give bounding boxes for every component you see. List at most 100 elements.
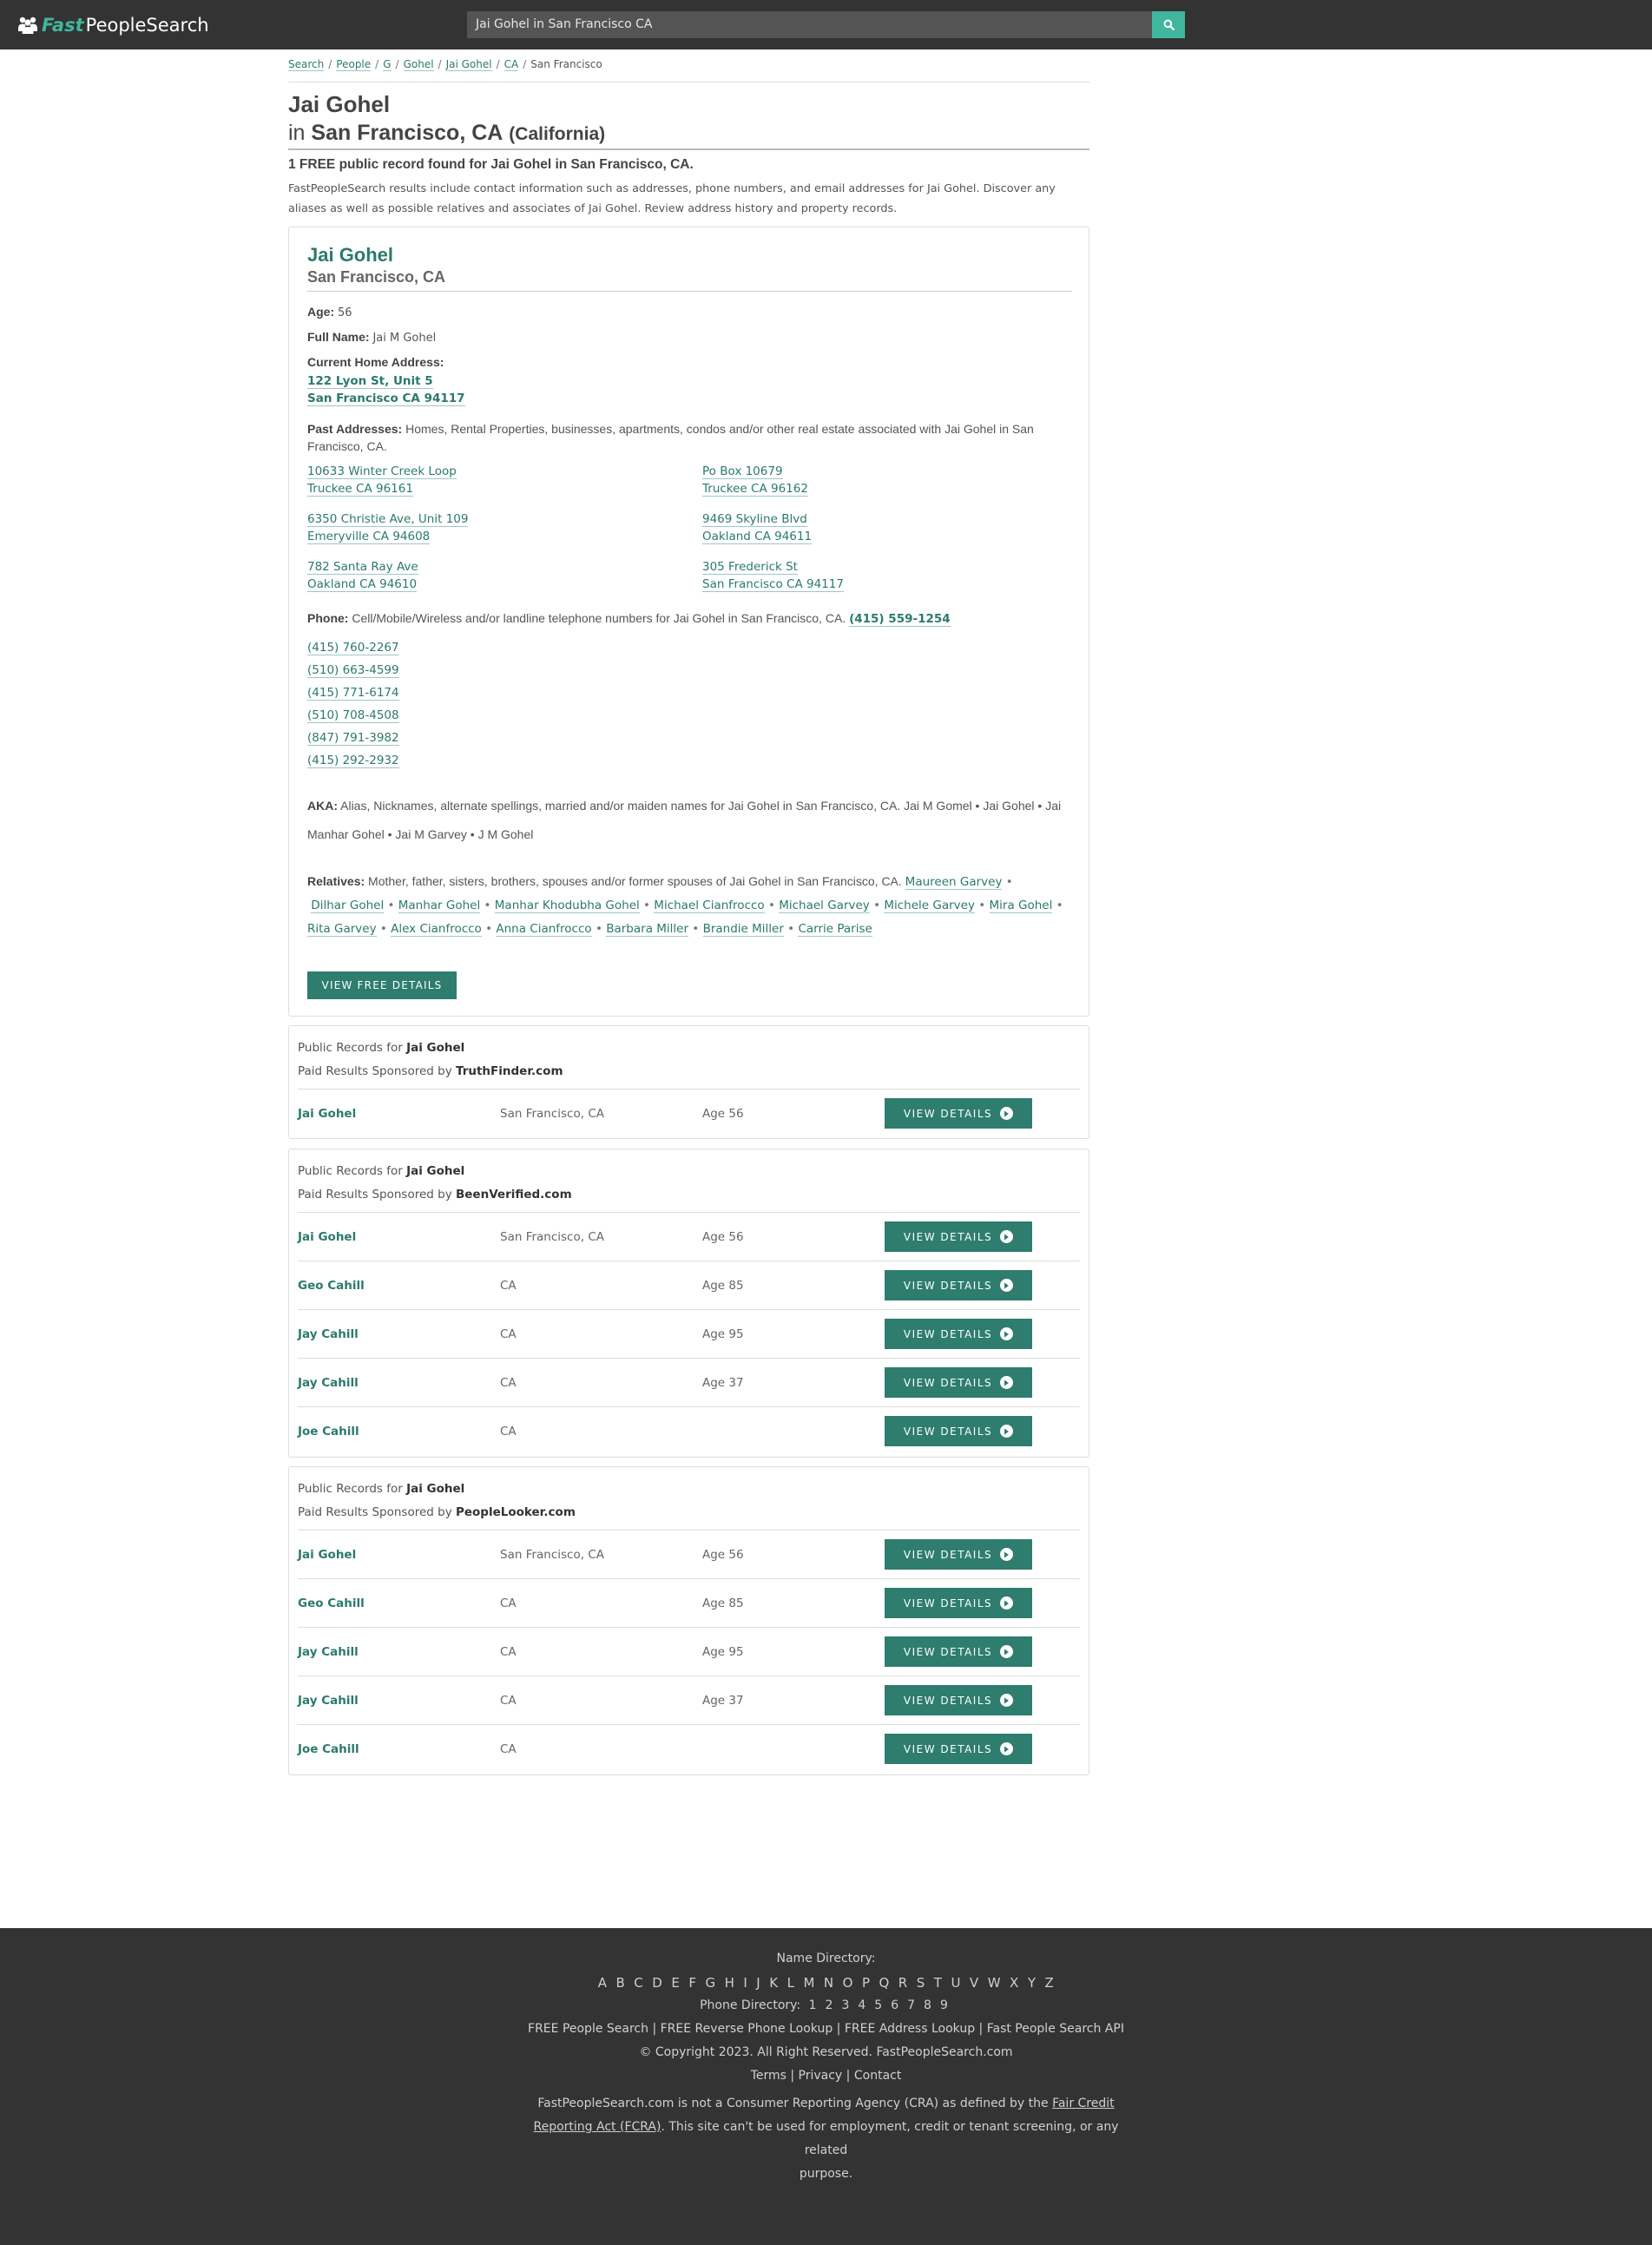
- fcra-link[interactable]: Reporting Act (FCRA): [534, 2120, 661, 2134]
- relative-link[interactable]: Manhar Khodubha Gohel: [494, 899, 640, 913]
- view-details-button[interactable]: VIEW DETAILS: [885, 1367, 1032, 1398]
- breadcrumb-lastname[interactable]: Gohel: [403, 58, 434, 71]
- letter-link[interactable]: L: [787, 1975, 795, 1991]
- result-name[interactable]: Jay Cahill: [298, 1376, 359, 1390]
- phone-link[interactable]: (415) 292-2932: [307, 754, 399, 768]
- fcra-link[interactable]: Fair Credit: [1052, 2097, 1115, 2110]
- relative-link[interactable]: Rita Garvey: [307, 922, 377, 937]
- result-name[interactable]: Jai Gohel: [298, 1230, 356, 1244]
- view-details-button[interactable]: VIEW DETAILS: [885, 1319, 1032, 1349]
- letter-link[interactable]: M: [803, 1975, 814, 1991]
- past-address[interactable]: 9469 Skyline Blvd Oakland CA 94611: [702, 510, 813, 545]
- current-address-line2[interactable]: San Francisco CA 94117: [307, 392, 465, 406]
- relative-link[interactable]: Michele Garvey: [884, 899, 975, 913]
- digit-link[interactable]: 8: [924, 1998, 931, 2012]
- result-name[interactable]: Geo Cahill: [298, 1597, 365, 1610]
- result-name[interactable]: Joe Cahill: [298, 1425, 359, 1439]
- relative-link[interactable]: Manhar Gohel: [398, 899, 481, 913]
- footer-link[interactable]: FREE Address Lookup: [845, 2022, 975, 2036]
- result-name[interactable]: Jay Cahill: [298, 1694, 359, 1708]
- digit-link[interactable]: 6: [891, 1998, 898, 2012]
- result-name[interactable]: Jay Cahill: [298, 1645, 359, 1659]
- digit-link[interactable]: 7: [907, 1998, 915, 2012]
- breadcrumb-people[interactable]: People: [336, 58, 372, 71]
- letter-link[interactable]: U: [951, 1975, 960, 1991]
- phone-link[interactable]: (510) 708-4508: [307, 708, 399, 723]
- letter-link[interactable]: O: [843, 1975, 853, 1991]
- result-name[interactable]: Joe Cahill: [298, 1742, 359, 1756]
- digit-link[interactable]: 4: [858, 1998, 865, 2012]
- letter-link[interactable]: B: [615, 1975, 625, 1991]
- current-address-line1[interactable]: 122 Lyon St, Unit 5: [307, 374, 433, 389]
- digit-link[interactable]: 9: [940, 1998, 948, 2012]
- breadcrumb-search[interactable]: Search: [288, 58, 325, 71]
- search-input[interactable]: Jai Gohel in San Francisco CA: [467, 11, 1153, 38]
- result-name[interactable]: Jai Gohel: [298, 1107, 356, 1121]
- past-address[interactable]: 782 Santa Ray Ave Oakland CA 94610: [307, 558, 418, 593]
- letter-link[interactable]: Q: [879, 1975, 889, 1991]
- view-details-button[interactable]: VIEW DETAILS: [885, 1588, 1032, 1618]
- letter-link[interactable]: J: [756, 1975, 760, 1991]
- letter-link[interactable]: S: [917, 1975, 925, 1991]
- digit-link[interactable]: 3: [841, 1998, 849, 2012]
- relative-link[interactable]: Alex Cianfrocco: [391, 922, 482, 937]
- privacy-link[interactable]: Privacy: [799, 2069, 843, 2083]
- letter-link[interactable]: T: [934, 1975, 943, 1991]
- letter-link[interactable]: R: [898, 1975, 908, 1991]
- letter-link[interactable]: I: [743, 1975, 747, 1991]
- view-details-button[interactable]: VIEW DETAILS: [885, 1221, 1032, 1252]
- letter-link[interactable]: W: [988, 1975, 1001, 1991]
- letter-link[interactable]: X: [1010, 1975, 1019, 1991]
- digit-link[interactable]: 5: [874, 1998, 882, 2012]
- past-address[interactable]: Po Box 10679 Truckee CA 96162: [702, 463, 808, 497]
- primary-phone-link[interactable]: (415) 559-1254: [849, 612, 951, 627]
- past-address[interactable]: 6350 Christie Ave, Unit 109 Emeryville C…: [307, 510, 469, 545]
- breadcrumb-letter[interactable]: G: [383, 58, 392, 71]
- past-address[interactable]: 10633 Winter Creek Loop Truckee CA 96161: [307, 463, 457, 497]
- relative-link[interactable]: Michael Cianfrocco: [654, 899, 765, 913]
- relative-link[interactable]: Carrie Parise: [798, 922, 872, 937]
- result-name[interactable]: Geo Cahill: [298, 1279, 365, 1293]
- letter-link[interactable]: V: [970, 1975, 979, 1991]
- contact-link[interactable]: Contact: [854, 2069, 901, 2083]
- view-details-button[interactable]: VIEW DETAILS: [885, 1270, 1032, 1300]
- search-button[interactable]: [1152, 11, 1185, 38]
- breadcrumb-fullname[interactable]: Jai Gohel: [445, 58, 492, 71]
- digit-link[interactable]: 1: [809, 1998, 817, 2012]
- letter-link[interactable]: Y: [1028, 1975, 1037, 1991]
- letter-link[interactable]: D: [652, 1975, 662, 1991]
- footer-link[interactable]: FREE Reverse Phone Lookup: [661, 2022, 833, 2036]
- site-logo[interactable]: Fast PeopleSearch: [17, 14, 209, 36]
- letter-link[interactable]: G: [705, 1975, 715, 1991]
- relative-link[interactable]: Michael Garvey: [779, 899, 870, 913]
- letter-link[interactable]: P: [862, 1975, 871, 1991]
- letter-link[interactable]: Z: [1044, 1975, 1054, 1991]
- phone-link[interactable]: (415) 760-2267: [307, 641, 399, 655]
- result-name[interactable]: Jai Gohel: [298, 1548, 356, 1562]
- breadcrumb-state[interactable]: CA: [503, 58, 519, 71]
- person-name[interactable]: Jai Gohel: [307, 244, 393, 267]
- relative-link[interactable]: Anna Cianfrocco: [496, 922, 592, 937]
- letter-link[interactable]: A: [598, 1975, 608, 1991]
- view-details-button[interactable]: VIEW DETAILS: [885, 1734, 1032, 1764]
- relative-link[interactable]: Dilhar Gohel: [311, 899, 385, 913]
- relative-link[interactable]: Barbara Miller: [606, 922, 689, 937]
- letter-link[interactable]: K: [769, 1975, 778, 1991]
- footer-link[interactable]: Fast People Search API: [987, 2022, 1124, 2036]
- relative-link[interactable]: Mira Gohel: [989, 899, 1053, 913]
- letter-link[interactable]: N: [824, 1975, 834, 1991]
- relative-link[interactable]: Maureen Garvey: [905, 875, 1003, 890]
- terms-link[interactable]: Terms: [751, 2069, 787, 2083]
- phone-link[interactable]: (847) 791-3982: [307, 731, 399, 746]
- past-address[interactable]: 305 Frederick St San Francisco CA 94117: [702, 558, 844, 593]
- phone-link[interactable]: (415) 771-6174: [307, 686, 399, 701]
- view-details-button[interactable]: VIEW DETAILS: [885, 1416, 1032, 1446]
- phone-link[interactable]: (510) 663-4599: [307, 663, 399, 678]
- relative-link[interactable]: Brandie Miller: [702, 922, 784, 937]
- view-details-button[interactable]: VIEW DETAILS: [885, 1636, 1032, 1667]
- letter-link[interactable]: E: [671, 1975, 680, 1991]
- view-free-details-button[interactable]: VIEW FREE DETAILS: [307, 971, 457, 999]
- view-details-button[interactable]: VIEW DETAILS: [885, 1685, 1032, 1715]
- result-name[interactable]: Jay Cahill: [298, 1327, 359, 1341]
- letter-link[interactable]: H: [725, 1975, 735, 1991]
